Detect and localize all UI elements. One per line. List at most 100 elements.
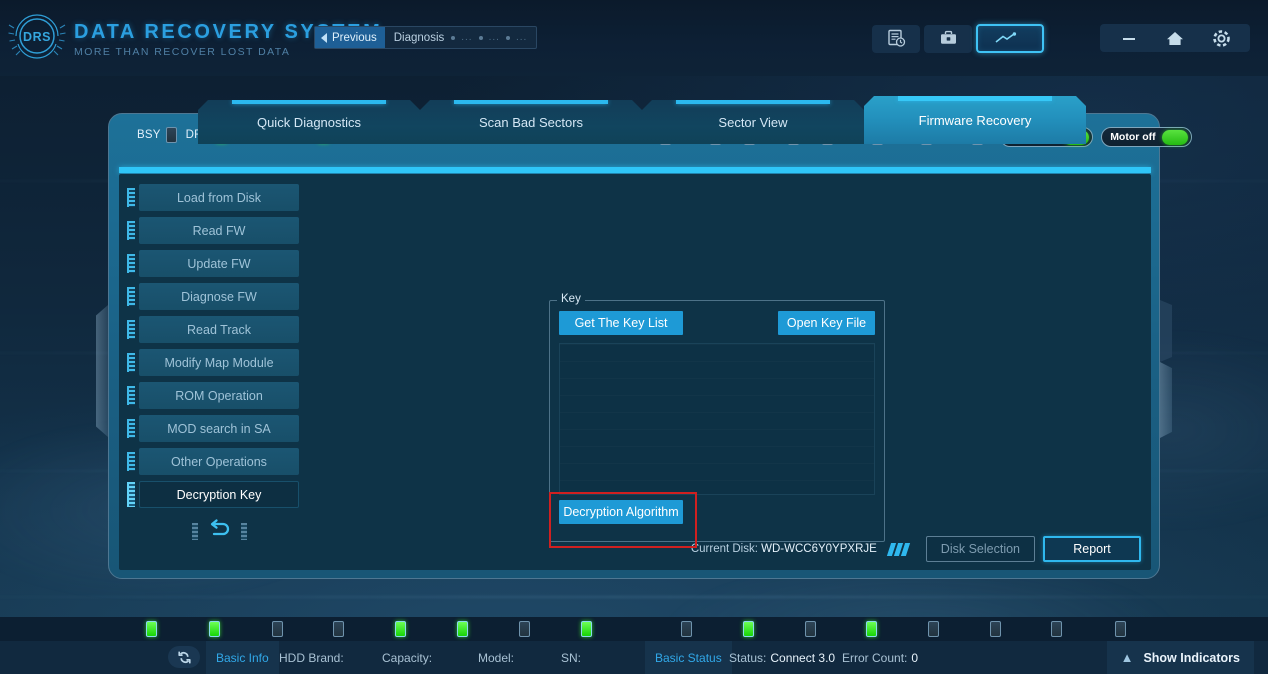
bottom-led [272, 621, 283, 637]
bottom-led [146, 621, 157, 637]
tab-accent-bar [676, 100, 830, 104]
svg-text:DRS: DRS [23, 30, 51, 44]
sidebar-item-decryption-key[interactable]: Decryption Key [127, 481, 299, 508]
disk-selection-button[interactable]: Disk Selection [925, 536, 1035, 562]
grip-icon [127, 419, 135, 438]
toolbox-icon[interactable] [924, 24, 972, 53]
bottom-led [209, 621, 220, 637]
bottom-led-row [0, 617, 1268, 641]
bottom-led [681, 621, 692, 637]
breadcrumb-path[interactable]: Diagnosis ... ... ... [385, 27, 537, 48]
sidebar-item-read-track[interactable]: Read Track [127, 316, 299, 343]
report-button[interactable]: Report [1043, 536, 1141, 562]
tab-label: Sector View [718, 114, 788, 130]
sidebar-item-rom-operation[interactable]: ROM Operation [127, 382, 299, 409]
firmware-operations-sidebar: Load from Disk Read FW Update FW Diagnos… [127, 184, 299, 548]
previous-button[interactable]: Previous [315, 27, 385, 48]
left-panel-handle[interactable] [96, 305, 108, 437]
right-panel-handle-upper[interactable] [1160, 300, 1172, 362]
tab-accent-bar [232, 100, 386, 104]
sidebar-item-load-from-disk[interactable]: Load from Disk [127, 184, 299, 211]
main-tab-bar: Quick Diagnostics Scan Bad Sectors Secto… [198, 96, 1086, 144]
tab-label: Firmware Recovery [918, 112, 1032, 128]
motor-toggle-label: Motor off [1110, 131, 1156, 143]
open-key-file-button[interactable]: Open Key File [778, 311, 875, 335]
toolbar-actions [872, 24, 1048, 53]
key-list-box[interactable] [559, 343, 875, 495]
tab-sector-view[interactable]: Sector View [642, 100, 864, 144]
sidebar-item-label: Modify Map Module [164, 355, 274, 370]
sidebar-item-mod-search-in-sa[interactable]: MOD search in SA [127, 415, 299, 442]
content-area: Load from Disk Read FW Update FW Diagnos… [119, 174, 1151, 570]
sidebar-item-other-operations[interactable]: Other Operations [127, 448, 299, 475]
sidebar-item-label: Read Track [187, 322, 251, 337]
grip-icon [127, 482, 135, 507]
sidebar-item-label: Load from Disk [176, 190, 262, 205]
sidebar-item-label: Update FW [187, 256, 251, 271]
grip-icon [127, 353, 135, 372]
highlight-annotation-box [549, 492, 697, 548]
grip-icon [127, 188, 135, 207]
grip-icon [127, 452, 135, 471]
accent-divider [119, 167, 1151, 173]
led-bsy [165, 127, 177, 143]
grip-icon [127, 221, 135, 240]
basic-status-tab[interactable]: Basic Status [645, 641, 732, 674]
application-panel: BSY DRD DWF DSC DRQ CRR [108, 113, 1192, 579]
breadcrumb-current: Diagnosis [393, 31, 445, 44]
sidebar-item-label: Read FW [192, 223, 246, 238]
error-count-value: 0 [911, 650, 919, 665]
tab-label: Scan Bad Sectors [478, 114, 584, 130]
sidebar-item-diagnose-fw[interactable]: Diagnose FW [127, 283, 299, 310]
sidebar-item-label: MOD search in SA [167, 421, 271, 436]
sidebar-item-label: ROM Operation [175, 388, 263, 403]
laurel-wreath-logo-icon: DRS [6, 8, 68, 68]
minimize-icon[interactable] [1106, 24, 1152, 52]
model-label: Model: [478, 650, 515, 665]
report-history-icon[interactable] [872, 24, 920, 53]
tab-scan-bad-sectors[interactable]: Scan Bad Sectors [420, 100, 642, 144]
settings-gear-icon[interactable] [1198, 24, 1244, 52]
triangle-left-icon [321, 32, 327, 43]
bottom-led [805, 621, 816, 637]
error-count-label: Error Count: [842, 650, 908, 665]
show-indicators-button[interactable]: ▲ Show Indicators [1106, 641, 1254, 674]
sidebar-item-label: Decryption Key [176, 487, 262, 502]
bottom-led [1051, 621, 1062, 637]
bottom-led [990, 621, 1001, 637]
sidebar-item-label: Diagnose FW [181, 289, 257, 304]
sidebar-item-update-fw[interactable]: Update FW [127, 250, 299, 277]
sn-label: SN: [561, 650, 582, 665]
tab-firmware-recovery[interactable]: Firmware Recovery [864, 96, 1086, 144]
transfer-speed-icon [886, 542, 910, 556]
chevron-up-icon: ▲ [1120, 650, 1134, 665]
status-label: Status: [729, 650, 767, 665]
indicator-bsy[interactable]: BSY [137, 127, 177, 143]
status-value: Connect 3.0 [770, 650, 836, 665]
bottom-led [928, 621, 939, 637]
sidebar-item-modify-map-module[interactable]: Modify Map Module [127, 349, 299, 376]
chart-activity-icon[interactable] [976, 24, 1044, 53]
get-the-key-list-button[interactable]: Get The Key List [559, 311, 683, 335]
sidebar-item-read-fw[interactable]: Read FW [127, 217, 299, 244]
breadcrumb[interactable]: Previous Diagnosis ... ... ... [314, 26, 538, 49]
hdd-brand-label: HDD Brand: [279, 650, 344, 665]
breadcrumb-separators: ... ... ... [451, 32, 527, 43]
current-disk-label: Current Disk: [690, 543, 758, 555]
connection-status: Status: Connect 3.0 [729, 641, 835, 674]
window-controls [1100, 24, 1250, 52]
refresh-icon[interactable] [168, 646, 200, 668]
current-disk-value: WD-WCC6Y0YPXRJE [761, 543, 877, 555]
grip-icon [127, 254, 135, 273]
right-panel-handle-lower[interactable] [1160, 362, 1172, 438]
grip-icon [127, 386, 135, 405]
home-icon[interactable] [1152, 24, 1198, 52]
capacity-label: Capacity: [382, 650, 433, 665]
motor-toggle[interactable]: Motor off [1101, 127, 1192, 147]
bottom-led [395, 621, 406, 637]
bottom-led [333, 621, 344, 637]
grip-icon [127, 287, 135, 306]
basic-info-tab[interactable]: Basic Info [206, 641, 279, 674]
tab-quick-diagnostics[interactable]: Quick Diagnostics [198, 100, 420, 144]
top-header-bar: DRS DATA RECOVERY SYSTEM MORE THAN RECOV… [0, 0, 1268, 76]
